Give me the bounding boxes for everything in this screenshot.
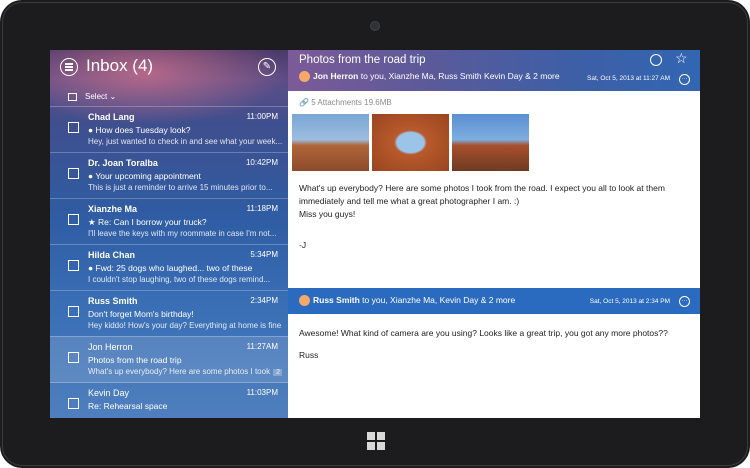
- message-checkbox[interactable]: [68, 398, 79, 409]
- tablet-bezel: Inbox (4) ✎ Select ⌄ Chad Lang 11:00PM ●…: [0, 0, 750, 468]
- conversation-title: Photos from the road trip: [299, 54, 426, 66]
- message-list-item[interactable]: Dr. Joan Toralba 10:42PM ● Your upcoming…: [50, 152, 288, 199]
- message-checkbox[interactable]: [68, 260, 79, 271]
- circle-icon[interactable]: [650, 54, 662, 66]
- message-list-item[interactable]: Chad Lang 11:00PM ● How does Tuesday loo…: [50, 106, 288, 153]
- message-subject: Don't forget Mom's birthday!: [88, 309, 194, 319]
- message-time: 11:18PM: [246, 204, 278, 213]
- message-sender: Jon Herron: [88, 342, 133, 352]
- message-body: What's up everybody? Here are some photo…: [299, 182, 689, 221]
- message-list-item[interactable]: Xianzhe Ma 11:18PM ★ Re: Can I borrow yo…: [50, 198, 288, 245]
- conversation-header: Photos from the road trip ☆ Jon Herron t…: [288, 50, 700, 91]
- message-date: Sat, Oct 5, 2013 at 11:27 AM: [587, 75, 670, 82]
- message-time: 10:42PM: [245, 158, 278, 167]
- body-line: What's up everybody? Here are some photo…: [299, 183, 665, 193]
- mail-app-screen: Inbox (4) ✎ Select ⌄ Chad Lang 11:00PM ●…: [50, 50, 700, 418]
- message-time: 2:34PM: [250, 296, 278, 305]
- message-preview: What's up everybody? Here are some photo…: [88, 367, 282, 376]
- preview-text: What's up everybody? Here are some photo…: [88, 367, 271, 376]
- message-sender: Xianzhe Ma: [88, 204, 138, 214]
- message-checkbox[interactable]: [68, 306, 79, 317]
- message-subject: ● Fwd: 25 dogs who laughed... two of the…: [88, 263, 253, 273]
- recipients[interactable]: to you, Xianzhe Ma, Russ Smith Kevin Day…: [361, 71, 560, 81]
- message-sender: Russ Smith: [88, 296, 138, 306]
- camera-icon: [371, 22, 379, 30]
- star-icon[interactable]: ☆: [675, 50, 688, 67]
- attachment-photo[interactable]: [292, 114, 369, 171]
- attachment-photo[interactable]: [452, 114, 529, 171]
- message-time: 11:27AM: [246, 342, 278, 351]
- message-checkbox[interactable]: [68, 122, 79, 133]
- attachments-summary[interactable]: 🔗 5 Attachments 19.6MB: [299, 98, 392, 107]
- select-all-icon[interactable]: [68, 92, 77, 101]
- message-preview: This is just a reminder to arrive 15 min…: [88, 183, 273, 192]
- body-line: Miss you guys!: [299, 209, 356, 219]
- message-time: 11:03PM: [246, 388, 278, 397]
- reply-body: Awesome! What kind of camera are you usi…: [299, 328, 668, 338]
- message-checkbox[interactable]: [68, 352, 79, 363]
- message-list-item[interactable]: Russ Smith 2:34PM Don't forget Mom's bir…: [50, 290, 288, 337]
- message-preview: Hey, just wanted to check in and see wha…: [88, 137, 282, 146]
- attachments-label: 5 Attachments 19.6MB: [311, 98, 392, 107]
- message-from-line: Jon Herron to you, Xianzhe Ma, Russ Smit…: [299, 71, 560, 83]
- attachment-count-badge: 2: [273, 369, 282, 376]
- paperclip-icon: 🔗: [299, 98, 309, 107]
- message-from-line: Russ Smith to you, Xianzhe Ma, Kevin Day…: [299, 295, 515, 307]
- message-time: 11:00PM: [246, 112, 278, 121]
- menu-icon[interactable]: [60, 58, 78, 76]
- inbox-title: Inbox (4): [86, 56, 154, 75]
- message-list-item[interactable]: Hilda Chan 5:34PM ● Fwd: 25 dogs who lau…: [50, 244, 288, 291]
- message-list-item[interactable]: Kevin Day 11:03PM Re: Rehearsal space: [50, 382, 288, 418]
- message-sender: Kevin Day: [88, 388, 130, 398]
- avatar: [299, 295, 310, 307]
- message-sender: Chad Lang: [88, 112, 135, 122]
- message-time: 5:34PM: [250, 250, 278, 259]
- sender-name[interactable]: Jon Herron: [313, 71, 358, 81]
- more-icon[interactable]: ···: [679, 296, 690, 307]
- message-subject: ● How does Tuesday look?: [88, 125, 191, 135]
- inbox-header: Inbox (4) ✎: [50, 50, 288, 86]
- message-subject: Re: Rehearsal space: [88, 401, 168, 411]
- reply-header[interactable]: Russ Smith to you, Xianzhe Ma, Kevin Day…: [288, 288, 700, 314]
- message-sender: Dr. Joan Toralba: [88, 158, 158, 168]
- select-label[interactable]: Select ⌄: [85, 92, 116, 101]
- message-preview: Hey kiddo! How's your day? Everything at…: [88, 321, 282, 330]
- inbox-pane: Inbox (4) ✎ Select ⌄ Chad Lang 11:00PM ●…: [50, 50, 288, 418]
- message-checkbox[interactable]: [68, 168, 79, 179]
- more-icon[interactable]: ···: [679, 74, 690, 85]
- reading-pane: Photos from the road trip ☆ Jon Herron t…: [288, 50, 700, 418]
- message-preview: I couldn't stop laughing, two of these d…: [88, 275, 271, 284]
- sender-name[interactable]: Russ Smith: [313, 295, 360, 305]
- message-date: Sat, Oct 5, 2013 at 2:34 PM: [589, 298, 670, 305]
- reply-signature: Russ: [299, 350, 319, 360]
- message-checkbox[interactable]: [68, 214, 79, 225]
- message-subject: ★ Re: Can I borrow your truck?: [88, 217, 207, 227]
- select-menu[interactable]: Select ⌄: [68, 92, 116, 101]
- recipients[interactable]: to you, Xianzhe Ma, Kevin Day & 2 more: [362, 295, 515, 305]
- message-sender: Hilda Chan: [88, 250, 136, 260]
- compose-icon[interactable]: ✎: [258, 58, 276, 76]
- message-subject: Photos from the road trip: [88, 355, 182, 365]
- attachment-photo[interactable]: [372, 114, 449, 171]
- message-preview: I'll leave the keys with my roommate in …: [88, 229, 277, 238]
- avatar: [299, 71, 310, 83]
- windows-logo-icon[interactable]: [367, 432, 385, 450]
- message-signature: -J: [299, 240, 307, 250]
- body-line: immediately and tell me what a great pho…: [299, 196, 520, 206]
- message-list-item-selected[interactable]: Jon Herron 11:27AM Photos from the road …: [50, 336, 288, 383]
- message-subject: ● Your upcoming appointment: [88, 171, 201, 181]
